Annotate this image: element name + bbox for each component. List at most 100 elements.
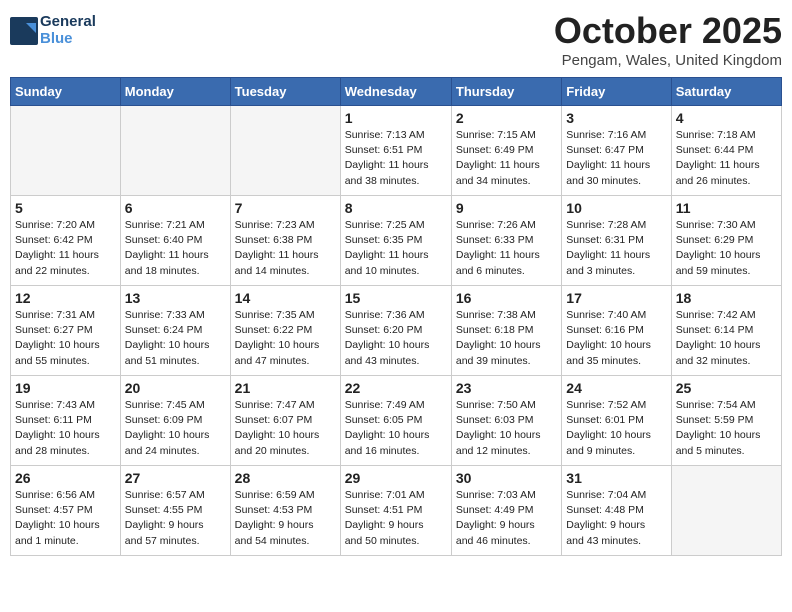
cell-text: Sunrise: 7:49 AMSunset: 6:05 PMDaylight:…: [345, 398, 447, 459]
day-number: 10: [566, 200, 666, 216]
day-number: 31: [566, 470, 666, 486]
calendar-cell: 26 Sunrise: 6:56 AMSunset: 4:57 PMDayligh…: [11, 466, 121, 556]
day-number: 4: [676, 110, 777, 126]
calendar-cell: 17Sunrise: 7:40 AMSunset: 6:16 PMDayligh…: [562, 286, 671, 376]
cell-text: Sunrise: 7:50 AMSunset: 6:03 PMDaylight:…: [456, 398, 557, 459]
calendar-cell: 18 Sunrise: 7:42 AMSunset: 6:14 PMDayligh…: [671, 286, 781, 376]
calendar-cell: 22 Sunrise: 7:49 AMSunset: 6:05 PMDayligh…: [340, 376, 451, 466]
week-row-2: 5 Sunrise: 7:20 AMSunset: 6:42 PMDaylight…: [11, 196, 782, 286]
cell-text: Sunrise: 7:45 AMSunset: 6:09 PMDaylight:…: [125, 398, 226, 459]
calendar-cell: 9 Sunrise: 7:26 AMSunset: 6:33 PMDaylight…: [451, 196, 561, 286]
day-number: 15: [345, 290, 447, 306]
calendar-cell: [11, 106, 121, 196]
week-row-1: 1 Sunrise: 7:13 AMSunset: 6:51 PMDaylight…: [11, 106, 782, 196]
day-number: 2: [456, 110, 557, 126]
day-number: 19: [15, 380, 116, 396]
calendar-cell: 15 Sunrise: 7:36 AMSunset: 6:20 PMDayligh…: [340, 286, 451, 376]
logo-icon: [10, 17, 38, 45]
logo: General Blue: [10, 14, 96, 47]
weekday-saturday: Saturday: [671, 78, 781, 106]
day-number: 12: [15, 290, 116, 306]
cell-text: Sunrise: 7:30 AMSunset: 6:29 PMDaylight:…: [676, 218, 777, 279]
day-number: 13: [125, 290, 226, 306]
week-row-4: 19 Sunrise: 7:43 AMSunset: 6:11 PMDayligh…: [11, 376, 782, 466]
cell-text: Sunrise: 7:52 AMSunset: 6:01 PMDaylight:…: [566, 398, 666, 459]
day-number: 26: [15, 470, 116, 486]
cell-text: Sunrise: 7:16 AMSunset: 6:47 PMDaylight:…: [566, 128, 666, 189]
location: Pengam, Wales, United Kingdom: [554, 52, 782, 69]
day-number: 7: [235, 200, 336, 216]
cell-text: Sunrise: 7:42 AMSunset: 6:14 PMDaylight:…: [676, 308, 777, 369]
week-row-5: 26 Sunrise: 6:56 AMSunset: 4:57 PMDayligh…: [11, 466, 782, 556]
calendar-cell: 21 Sunrise: 7:47 AMSunset: 6:07 PMDayligh…: [230, 376, 340, 466]
calendar-cell: 29 Sunrise: 7:01 AMSunset: 4:51 PMDayligh…: [340, 466, 451, 556]
day-number: 14: [235, 290, 336, 306]
cell-text: Sunrise: 7:38 AMSunset: 6:18 PMDaylight:…: [456, 308, 557, 369]
calendar-cell: 4 Sunrise: 7:18 AMSunset: 6:44 PMDaylight…: [671, 106, 781, 196]
calendar-cell: 31Sunrise: 7:04 AMSunset: 4:48 PMDayligh…: [562, 466, 671, 556]
calendar-cell: 30 Sunrise: 7:03 AMSunset: 4:49 PMDayligh…: [451, 466, 561, 556]
day-number: 27: [125, 470, 226, 486]
cell-text: Sunrise: 7:20 AMSunset: 6:42 PMDaylight:…: [15, 218, 116, 279]
calendar-cell: 10 Sunrise: 7:28 AMSunset: 6:31 PMDayligh…: [562, 196, 671, 286]
calendar-cell: 2 Sunrise: 7:15 AMSunset: 6:49 PMDaylight…: [451, 106, 561, 196]
weekday-thursday: Thursday: [451, 78, 561, 106]
cell-text: Sunrise: 7:18 AMSunset: 6:44 PMDaylight:…: [676, 128, 777, 189]
cell-text: Sunrise: 6:56 AMSunset: 4:57 PMDaylight:…: [15, 488, 116, 549]
calendar: SundayMondayTuesdayWednesdayThursdayFrid…: [10, 77, 782, 556]
cell-text: Sunrise: 7:54 AMSunset: 5:59 PMDaylight:…: [676, 398, 777, 459]
calendar-cell: [671, 466, 781, 556]
day-number: 3: [566, 110, 666, 126]
calendar-cell: 5 Sunrise: 7:20 AMSunset: 6:42 PMDaylight…: [11, 196, 121, 286]
calendar-cell: 23 Sunrise: 7:50 AMSunset: 6:03 PMDayligh…: [451, 376, 561, 466]
weekday-friday: Friday: [562, 78, 671, 106]
cell-text: Sunrise: 7:33 AMSunset: 6:24 PMDaylight:…: [125, 308, 226, 369]
cell-text: Sunrise: 7:01 AMSunset: 4:51 PMDaylight:…: [345, 488, 447, 549]
calendar-cell: 24Sunrise: 7:52 AMSunset: 6:01 PMDayligh…: [562, 376, 671, 466]
day-number: 8: [345, 200, 447, 216]
day-number: 21: [235, 380, 336, 396]
day-number: 23: [456, 380, 557, 396]
day-number: 6: [125, 200, 226, 216]
week-row-3: 12Sunrise: 7:31 AMSunset: 6:27 PMDayligh…: [11, 286, 782, 376]
day-number: 30: [456, 470, 557, 486]
day-number: 1: [345, 110, 447, 126]
cell-text: Sunrise: 7:35 AMSunset: 6:22 PMDaylight:…: [235, 308, 336, 369]
calendar-cell: 8Sunrise: 7:25 AMSunset: 6:35 PMDaylight…: [340, 196, 451, 286]
cell-text: Sunrise: 7:21 AMSunset: 6:40 PMDaylight:…: [125, 218, 226, 279]
cell-text: Sunrise: 7:26 AMSunset: 6:33 PMDaylight:…: [456, 218, 557, 279]
month-title: October 2025: [554, 10, 782, 52]
day-number: 25: [676, 380, 777, 396]
calendar-cell: 12Sunrise: 7:31 AMSunset: 6:27 PMDayligh…: [11, 286, 121, 376]
cell-text: Sunrise: 7:47 AMSunset: 6:07 PMDaylight:…: [235, 398, 336, 459]
cell-text: Sunrise: 7:15 AMSunset: 6:49 PMDaylight:…: [456, 128, 557, 189]
calendar-cell: 14 Sunrise: 7:35 AMSunset: 6:22 PMDayligh…: [230, 286, 340, 376]
day-number: 9: [456, 200, 557, 216]
logo-line2: Blue: [40, 31, 96, 48]
calendar-cell: 6 Sunrise: 7:21 AMSunset: 6:40 PMDaylight…: [120, 196, 230, 286]
day-number: 18: [676, 290, 777, 306]
calendar-cell: 20Sunrise: 7:45 AMSunset: 6:09 PMDayligh…: [120, 376, 230, 466]
calendar-cell: 27 Sunrise: 6:57 AMSunset: 4:55 PMDayligh…: [120, 466, 230, 556]
calendar-cell: 19 Sunrise: 7:43 AMSunset: 6:11 PMDayligh…: [11, 376, 121, 466]
cell-text: Sunrise: 7:28 AMSunset: 6:31 PMDaylight:…: [566, 218, 666, 279]
cell-text: Sunrise: 6:57 AMSunset: 4:55 PMDaylight:…: [125, 488, 226, 549]
weekday-tuesday: Tuesday: [230, 78, 340, 106]
day-number: 29: [345, 470, 447, 486]
weekday-sunday: Sunday: [11, 78, 121, 106]
calendar-cell: 3 Sunrise: 7:16 AMSunset: 6:47 PMDaylight…: [562, 106, 671, 196]
calendar-cell: [230, 106, 340, 196]
weekday-wednesday: Wednesday: [340, 78, 451, 106]
day-number: 22: [345, 380, 447, 396]
calendar-cell: 7 Sunrise: 7:23 AMSunset: 6:38 PMDaylight…: [230, 196, 340, 286]
calendar-cell: 13 Sunrise: 7:33 AMSunset: 6:24 PMDayligh…: [120, 286, 230, 376]
cell-text: Sunrise: 6:59 AMSunset: 4:53 PMDaylight:…: [235, 488, 336, 549]
day-number: 5: [15, 200, 116, 216]
cell-text: Sunrise: 7:43 AMSunset: 6:11 PMDaylight:…: [15, 398, 116, 459]
weekday-header-row: SundayMondayTuesdayWednesdayThursdayFrid…: [11, 78, 782, 106]
cell-text: Sunrise: 7:36 AMSunset: 6:20 PMDaylight:…: [345, 308, 447, 369]
calendar-cell: 25 Sunrise: 7:54 AMSunset: 5:59 PMDayligh…: [671, 376, 781, 466]
cell-text: Sunrise: 7:13 AMSunset: 6:51 PMDaylight:…: [345, 128, 447, 189]
cell-text: Sunrise: 7:23 AMSunset: 6:38 PMDaylight:…: [235, 218, 336, 279]
cell-text: Sunrise: 7:03 AMSunset: 4:49 PMDaylight:…: [456, 488, 557, 549]
